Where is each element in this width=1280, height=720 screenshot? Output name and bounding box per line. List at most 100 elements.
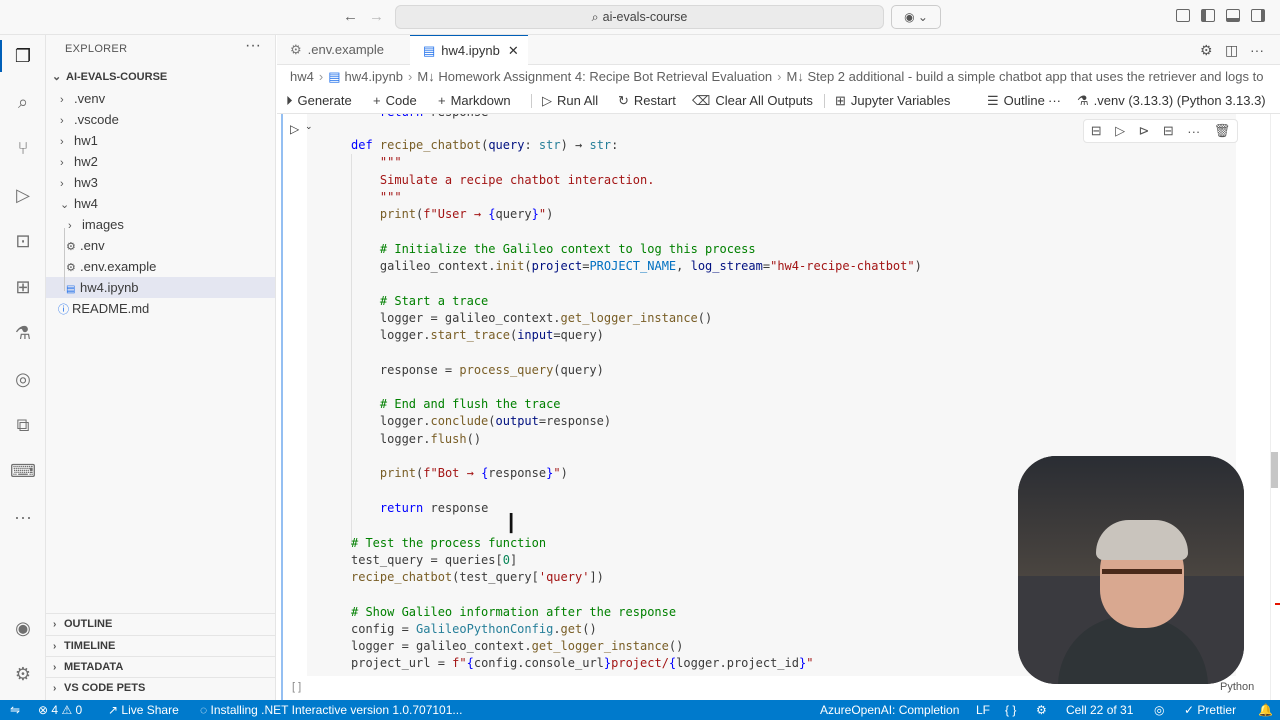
chevron-down-icon: ⌄ bbox=[60, 199, 70, 211]
gear-icon: ⚙ bbox=[290, 42, 302, 57]
outline-button[interactable]: ☰ Outline bbox=[987, 88, 1045, 114]
toggle-panel-icon[interactable] bbox=[1226, 9, 1240, 22]
language-braces-indicator[interactable]: { } bbox=[1005, 700, 1016, 720]
code-line: logger.flush() bbox=[351, 432, 482, 446]
settings-gear-icon[interactable]: ⚙ bbox=[1200, 42, 1213, 59]
remote-explorer-icon[interactable]: ⊡ bbox=[11, 229, 35, 253]
search-icon[interactable]: ⌕ bbox=[11, 90, 35, 114]
chevron-down-icon[interactable]: ⌄ bbox=[305, 121, 313, 132]
copilot-status-icon[interactable]: ◎ bbox=[1154, 700, 1164, 720]
divider bbox=[824, 94, 825, 108]
tab-hw4-ipynb[interactable]: ▤ hw4.ipynb ✕ bbox=[410, 35, 528, 65]
variables-icon: ⊞ bbox=[835, 93, 846, 108]
kernel-icon: ⚗ bbox=[1077, 93, 1089, 108]
code-line: Simulate a recipe chatbot interaction. bbox=[379, 173, 655, 187]
breadcrumb-item[interactable]: M↓ Step 2 additional - build a simple ch… bbox=[787, 69, 1264, 84]
kernel-status-icon[interactable]: ⚙ bbox=[1036, 700, 1047, 720]
tree-folder-hw3[interactable]: › hw3 bbox=[46, 172, 275, 193]
manage-gear-icon[interactable]: ⚙ bbox=[11, 662, 35, 686]
extensions-icon[interactable]: ⊞ bbox=[11, 275, 35, 299]
run-debug-icon[interactable]: ▷ bbox=[11, 183, 35, 207]
chevron-right-icon: › bbox=[60, 157, 64, 169]
copilot-button[interactable]: ◉ ⌄ bbox=[891, 5, 941, 29]
breadcrumb-item[interactable]: hw4 bbox=[290, 69, 314, 84]
notifications-bell-icon[interactable]: 🔔 bbox=[1258, 700, 1273, 720]
close-icon[interactable]: ✕ bbox=[508, 43, 519, 58]
code-line: return response bbox=[379, 501, 489, 515]
add-code-button[interactable]: + Code bbox=[373, 88, 417, 114]
cell-position[interactable]: Cell 22 of 31 bbox=[1066, 700, 1133, 720]
code-content[interactable]: return response def recipe_chatbot(query… bbox=[351, 114, 922, 670]
more-actions-icon[interactable]: ··· bbox=[1048, 88, 1061, 114]
github-icon[interactable]: ◎ bbox=[11, 367, 35, 391]
tree-file-readme[interactable]: ⓘ README.md bbox=[46, 298, 275, 319]
files-icon[interactable]: ❐ bbox=[11, 44, 35, 68]
scrollbar-thumb[interactable] bbox=[1271, 452, 1278, 488]
command-center[interactable]: ⌕ ai-evals-course bbox=[395, 5, 884, 29]
more-actions-icon[interactable]: ··· bbox=[1250, 42, 1264, 58]
problems-indicator[interactable]: ⊗ 4 ⚠ 0 bbox=[38, 700, 82, 720]
account-icon[interactable]: ◉ bbox=[11, 616, 35, 640]
clear-outputs-button[interactable]: ⌫ Clear All Outputs bbox=[692, 88, 813, 114]
toggle-sidebar-icon[interactable] bbox=[1201, 9, 1215, 22]
tree-folder-hw2[interactable]: › hw2 bbox=[46, 151, 275, 172]
split-editor-icon[interactable]: ◫ bbox=[1225, 42, 1238, 59]
tree-file-env-example[interactable]: ⚙ .env.example bbox=[46, 256, 275, 277]
more-actions-icon[interactable]: ··· bbox=[1187, 124, 1200, 139]
tree-folder-venv[interactable]: › .venv bbox=[46, 88, 275, 109]
eol-indicator[interactable]: LF bbox=[976, 700, 990, 720]
chevron-right-icon: › bbox=[318, 69, 324, 84]
terminal-icon[interactable]: ⌨ bbox=[10, 459, 36, 483]
tab-env-example[interactable]: ⚙ .env.example bbox=[277, 35, 407, 65]
title-bar: ← → ⌕ ai-evals-course ◉ ⌄ bbox=[0, 0, 1280, 35]
run-by-line-icon[interactable]: ⊟ bbox=[1091, 123, 1102, 139]
layout-icon[interactable] bbox=[1176, 9, 1190, 22]
kernel-picker[interactable]: ⚗ .venv (3.13.3) (Python 3.13.3) bbox=[1077, 88, 1266, 114]
toggle-secondary-sidebar-icon[interactable] bbox=[1251, 9, 1265, 22]
tree-folder-hw1[interactable]: › hw1 bbox=[46, 130, 275, 151]
section-timeline[interactable]: › TIMELINE bbox=[46, 635, 275, 656]
code-line: return response bbox=[351, 114, 488, 121]
remote-icon[interactable]: ⇋ bbox=[0, 700, 30, 720]
search-icon: ⌕ bbox=[591, 10, 599, 24]
workspace-root[interactable]: ⌄ AI-EVALS-COURSE bbox=[46, 67, 275, 88]
restart-button[interactable]: ↻ Restart bbox=[618, 88, 676, 114]
section-metadata[interactable]: › METADATA bbox=[46, 656, 275, 677]
arrow-right-icon[interactable]: → bbox=[369, 8, 384, 25]
execute-below-icon[interactable]: ⊳ bbox=[1139, 123, 1150, 139]
arrow-left-icon[interactable]: ← bbox=[343, 8, 358, 25]
scrollbar[interactable] bbox=[1270, 114, 1280, 700]
prettier-status[interactable]: ✓ Prettier bbox=[1184, 700, 1236, 720]
section-vscode-pets[interactable]: › VS CODE PETS bbox=[46, 677, 275, 698]
run-all-button[interactable]: ▷ Run All bbox=[542, 88, 598, 114]
run-cell-icon[interactable]: ▷ bbox=[290, 122, 299, 136]
tree-folder-vscode[interactable]: › .vscode bbox=[46, 109, 275, 130]
split-cell-icon[interactable]: ⊟ bbox=[1163, 123, 1174, 139]
tree-folder-hw4[interactable]: ⌄ hw4 bbox=[46, 193, 275, 214]
indent-guide bbox=[64, 228, 65, 291]
cell-language[interactable]: Python bbox=[1220, 681, 1254, 693]
tree-folder-images[interactable]: › images bbox=[46, 214, 275, 235]
cell-focus-bar bbox=[281, 114, 283, 700]
section-outline[interactable]: › OUTLINE bbox=[46, 613, 275, 634]
containers-icon[interactable]: ⧉ bbox=[11, 413, 35, 437]
execute-above-icon[interactable]: ▷ bbox=[1115, 123, 1125, 139]
more-icon[interactable]: ··· bbox=[11, 505, 35, 529]
breadcrumb-item[interactable]: hw4.ipynb bbox=[345, 69, 404, 84]
tree-file-env[interactable]: ⚙ .env bbox=[46, 235, 275, 256]
more-actions-icon[interactable]: ··· bbox=[245, 37, 261, 55]
code-line: print(f"User → {query}") bbox=[379, 207, 554, 221]
jupyter-variables-button[interactable]: ⊞ Jupyter Variables bbox=[835, 88, 950, 114]
source-control-icon[interactable]: ⑂ bbox=[11, 136, 35, 160]
testing-icon[interactable]: ⚗ bbox=[11, 321, 35, 345]
breadcrumb-item[interactable]: M↓ Homework Assignment 4: Recipe Bot Ret… bbox=[417, 69, 772, 84]
editor-tabs: ⚙ .env.example ▤ hw4.ipynb ✕ ⚙ ◫ ··· bbox=[277, 35, 1280, 65]
add-markdown-button[interactable]: + Markdown bbox=[438, 88, 511, 114]
live-share-button[interactable]: ↗ Live Share bbox=[108, 700, 179, 720]
tree-file-hw4-ipynb[interactable]: ▤ hw4.ipynb bbox=[46, 277, 275, 298]
delete-icon[interactable]: 🗑 bbox=[1214, 123, 1231, 139]
sparkle-icon: ⏵ bbox=[286, 93, 293, 108]
chevron-right-icon: › bbox=[68, 220, 72, 232]
azure-openai-status[interactable]: AzureOpenAI: Completion bbox=[820, 700, 959, 720]
generate-button[interactable]: ⏵ Generate bbox=[286, 88, 352, 114]
